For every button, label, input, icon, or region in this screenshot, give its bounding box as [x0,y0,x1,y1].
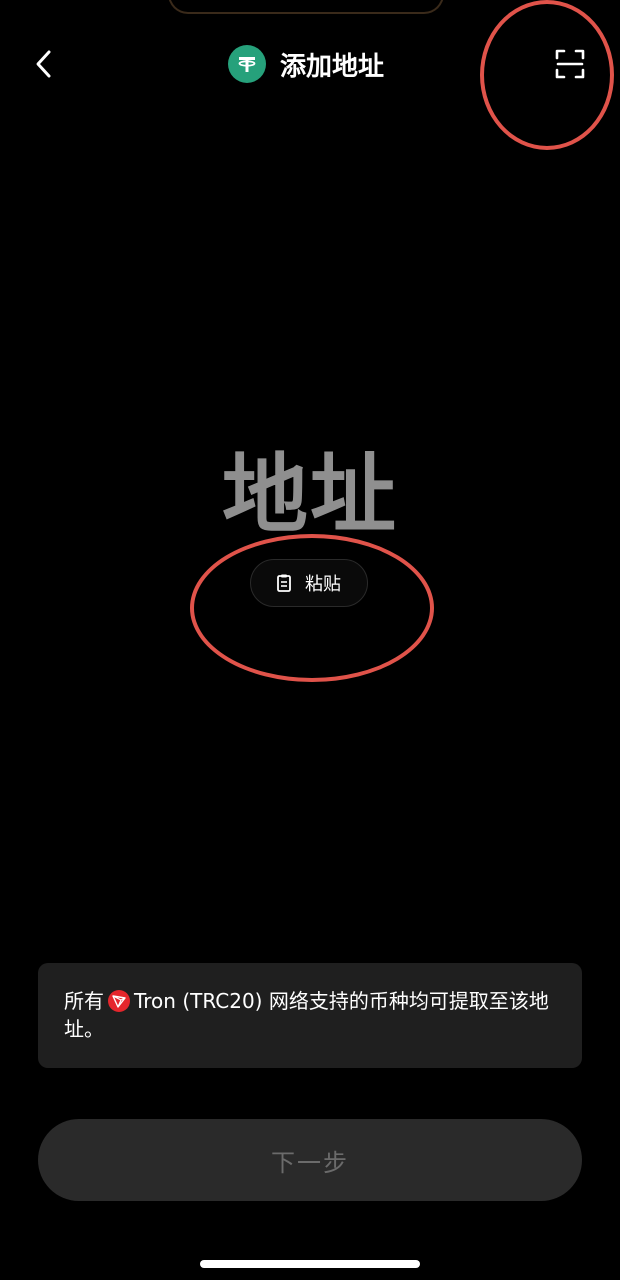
tether-usdt-icon [228,45,266,83]
back-button[interactable] [26,44,62,84]
paste-button[interactable]: 粘贴 [250,559,368,607]
clipboard-icon [277,574,291,592]
paste-button-label: 粘贴 [305,574,341,595]
network-info-card: 所有 Tron (TRC20) 网络支持的币种均可提取至该地址。 [38,963,582,1068]
top-bar: 添加地址 [0,30,620,96]
camera-notch [168,0,444,14]
page-title-group: 添加地址 [228,44,384,84]
tron-icon [108,990,130,1012]
address-input-placeholder[interactable]: 地址 [0,424,620,549]
page-title: 添加地址 [280,51,385,82]
next-step-button[interactable]: 下一步 [38,1119,582,1201]
home-indicator [200,1260,420,1268]
scan-icon [555,49,585,79]
chevron-left-icon [36,50,51,78]
info-prefix: 所有 [64,989,104,1013]
highlight-ring-paste [190,534,434,682]
info-network: Tron (TRC20) [134,989,263,1013]
scan-qr-button[interactable] [548,42,592,86]
